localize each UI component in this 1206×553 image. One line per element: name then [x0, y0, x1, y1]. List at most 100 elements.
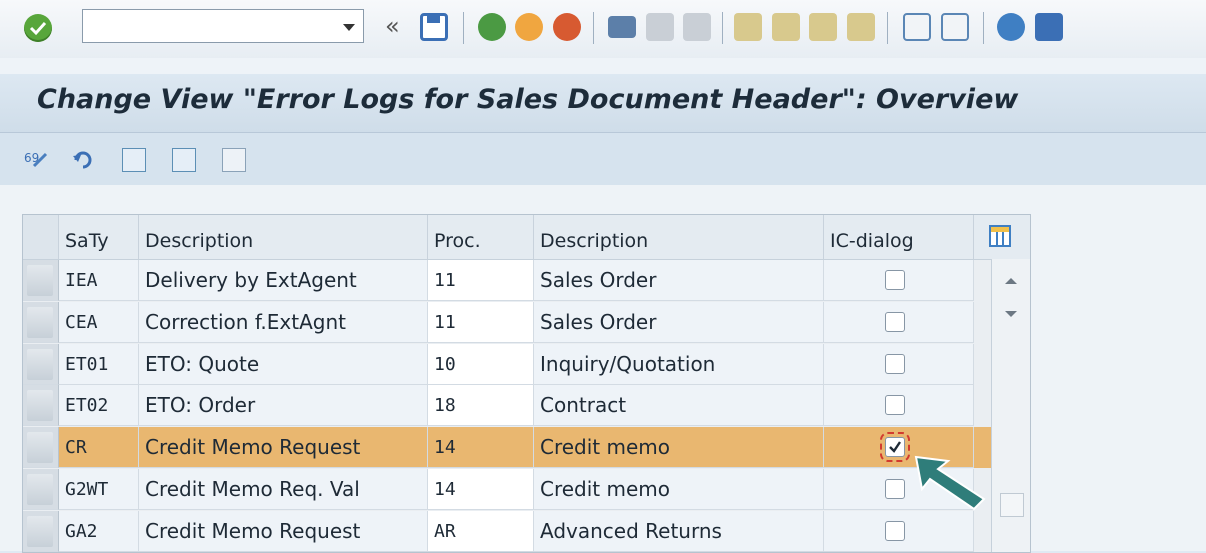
cell-description: Correction f.ExtAgnt [139, 301, 428, 343]
separator [983, 12, 984, 44]
cell-proc-description: Credit memo [534, 469, 824, 510]
system-toolbar: « [0, 0, 1206, 59]
undo-icon[interactable] [72, 148, 94, 170]
cell-ic-dialog [824, 385, 974, 427]
table-row[interactable]: CR Credit Memo Request 14 Credit memo [23, 427, 1030, 469]
scroll-up-icon[interactable] [1005, 278, 1017, 284]
customize-layout-icon[interactable] [1035, 13, 1063, 41]
find-next-icon[interactable] [683, 13, 711, 41]
cell-proc[interactable]: 10 [428, 343, 534, 385]
cell-saty: ET01 [59, 343, 139, 385]
ic-dialog-checkbox[interactable] [880, 432, 910, 463]
row-selector-button[interactable] [23, 260, 59, 301]
cell-description: Delivery by ExtAgent [139, 260, 428, 301]
cell-saty: IEA [59, 260, 139, 301]
column-header-proc[interactable]: Proc. [428, 215, 534, 259]
vertical-scrollbar[interactable] [991, 259, 1030, 552]
first-page-icon[interactable] [734, 13, 762, 41]
row-selector-button[interactable] [23, 301, 59, 343]
select-all-rows-button[interactable] [23, 215, 59, 259]
table-header: SaTy Description Proc. Description IC-di… [23, 215, 1030, 260]
cancel-icon[interactable] [553, 13, 581, 41]
chevron-down-icon[interactable] [343, 24, 355, 31]
cell-proc[interactable]: 14 [428, 427, 534, 469]
table-row[interactable]: CEA Correction f.ExtAgnt 11 Sales Order [23, 301, 1030, 343]
table-row[interactable]: IEA Delivery by ExtAgent 11 Sales Order [23, 260, 1030, 301]
column-header-description[interactable]: Description [139, 215, 428, 259]
cell-saty: G2WT [59, 469, 139, 510]
cell-proc-description: Sales Order [534, 260, 824, 301]
collapse-command-field-icon[interactable]: « [385, 9, 400, 43]
command-field[interactable] [82, 9, 364, 43]
create-session-icon[interactable] [903, 13, 931, 41]
toolbar-spacer [0, 58, 1206, 74]
ic-dialog-checkbox[interactable] [885, 270, 905, 290]
cell-ic-dialog [824, 301, 974, 343]
cell-saty: CEA [59, 301, 139, 343]
ic-dialog-checkbox[interactable] [885, 395, 905, 416]
cell-proc[interactable]: AR [428, 510, 534, 552]
title-bar: Change View "Error Logs for Sales Docume… [0, 74, 1206, 133]
cell-proc[interactable]: 11 [428, 301, 534, 343]
cell-ic-dialog [824, 510, 974, 552]
ic-dialog-checkbox[interactable] [885, 520, 905, 541]
shortcut-icon[interactable] [941, 13, 969, 41]
cell-proc[interactable]: 14 [428, 469, 534, 510]
previous-page-icon[interactable] [772, 13, 800, 41]
next-page-icon[interactable] [809, 13, 837, 41]
column-header-proc-description[interactable]: Description [534, 215, 824, 259]
row-selector-button[interactable] [23, 343, 59, 385]
page-title: Change View "Error Logs for Sales Docume… [37, 84, 1019, 115]
checkmark-icon [889, 441, 901, 454]
cell-description: Credit Memo Req. Val [139, 469, 428, 510]
table-row[interactable]: GA2 Credit Memo Request AR Advanced Returns [23, 510, 1030, 552]
cell-proc-description: Contract [534, 385, 824, 427]
enter-check-icon[interactable] [24, 14, 52, 42]
cell-proc[interactable]: 11 [428, 260, 534, 301]
cell-ic-dialog [824, 260, 974, 301]
display-change-icon[interactable]: 69 [24, 148, 48, 170]
scroll-down-icon[interactable] [1005, 311, 1017, 317]
column-header-saty[interactable]: SaTy [59, 215, 139, 259]
cell-saty: CR [59, 427, 139, 469]
select-block-icon[interactable] [172, 148, 196, 172]
deselect-all-icon[interactable] [222, 148, 246, 172]
select-all-icon[interactable] [122, 148, 146, 172]
separator [887, 12, 888, 44]
cell-proc[interactable]: 18 [428, 385, 534, 427]
scrollbar-thumb[interactable] [1000, 493, 1024, 517]
row-selector-button[interactable] [23, 427, 59, 469]
row-selector-button[interactable] [23, 510, 59, 552]
cell-description: Credit Memo Request [139, 510, 428, 552]
pointer-arrow-icon [914, 455, 986, 511]
ic-dialog-checkbox[interactable] [885, 353, 905, 374]
row-selector-button[interactable] [23, 385, 59, 427]
table-settings-icon[interactable] [989, 225, 1011, 247]
separator [463, 12, 464, 44]
separator [722, 12, 723, 44]
cell-saty: ET02 [59, 385, 139, 427]
cell-proc-description: Inquiry/Quotation [534, 343, 824, 385]
ic-dialog-checkbox[interactable] [885, 479, 905, 499]
last-page-icon[interactable] [847, 13, 875, 41]
cell-ic-dialog [824, 343, 974, 385]
table-row[interactable]: ET02 ETO: Order 18 Contract [23, 385, 1030, 427]
help-icon[interactable] [997, 13, 1025, 41]
back-icon[interactable] [478, 13, 506, 41]
ic-dialog-checkbox[interactable] [885, 311, 905, 332]
row-selector-button[interactable] [23, 469, 59, 510]
exit-icon[interactable] [515, 13, 543, 41]
cell-description: ETO: Order [139, 385, 428, 427]
table-control: SaTy Description Proc. Description IC-di… [22, 214, 1031, 553]
cell-proc-description: Credit memo [534, 427, 824, 469]
cell-proc-description: Sales Order [534, 301, 824, 343]
separator [593, 12, 594, 44]
cell-proc-description: Advanced Returns [534, 510, 824, 552]
save-icon[interactable] [420, 13, 448, 41]
find-icon[interactable] [646, 13, 674, 41]
table-row[interactable]: ET01 ETO: Quote 10 Inquiry/Quotation [23, 343, 1030, 385]
print-icon[interactable] [608, 16, 636, 38]
table-row[interactable]: G2WT Credit Memo Req. Val 14 Credit memo [23, 469, 1030, 510]
cell-description: ETO: Quote [139, 343, 428, 385]
column-header-ic-dialog[interactable]: IC-dialog [824, 215, 974, 259]
